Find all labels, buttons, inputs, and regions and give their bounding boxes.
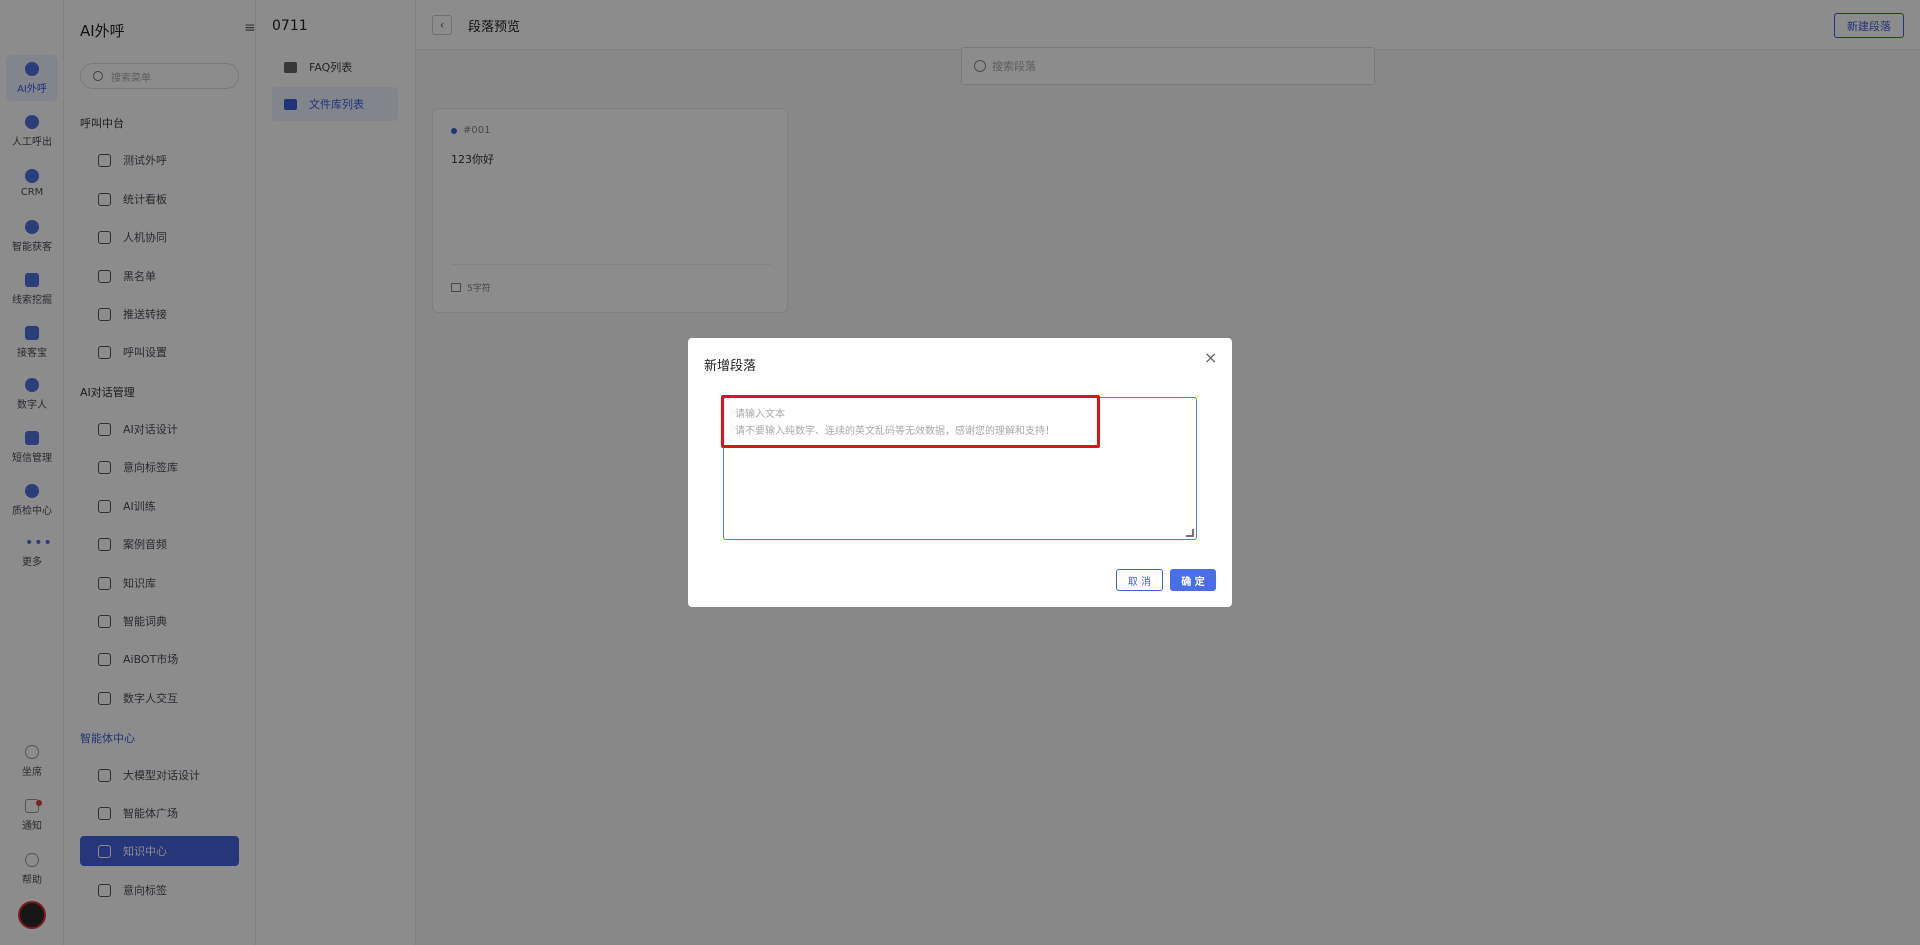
close-icon[interactable]: × bbox=[1204, 348, 1217, 367]
app: AI外呼 人工呼出 CRM 智能获客 线索挖掘 接客宝 数字人 短信管理 质检中… bbox=[0, 0, 1920, 945]
confirm-button[interactable]: 确 定 bbox=[1170, 569, 1216, 591]
cancel-button[interactable]: 取 消 bbox=[1116, 569, 1163, 591]
highlight-annotation bbox=[721, 395, 1100, 448]
dialog-title: 新增段落 bbox=[704, 359, 757, 374]
resize-handle-icon[interactable] bbox=[1186, 529, 1194, 537]
add-paragraph-dialog: 新增段落 × 请输入文本 请不要输入纯数字、连续的英文乱码等无效数据，感谢您的理… bbox=[688, 338, 1232, 607]
